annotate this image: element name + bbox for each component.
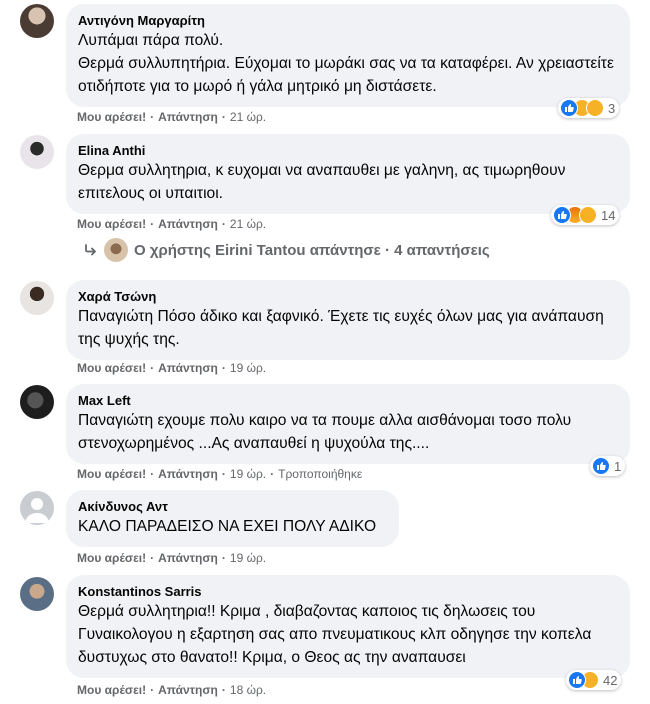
reaction-summary[interactable]: 14 bbox=[551, 205, 620, 225]
comment-bubble: Ακίνδυνος Αντ ΚΑΛΟ ΠΑΡΑΔΕΙΣΟ ΝΑ ΕΧΕΙ ΠΟΛ… bbox=[66, 490, 399, 547]
like-link[interactable]: Μου αρέσει! bbox=[77, 361, 146, 375]
comment-author[interactable]: Χαρά Τσώνη bbox=[78, 288, 618, 305]
timestamp[interactable]: 18 ώρ. bbox=[230, 683, 266, 697]
comment-bubble: Χαρά Τσώνη Παναγιώτη Πόσο άδικο και ξαφν… bbox=[66, 280, 630, 360]
reply-link[interactable]: Απάντηση bbox=[158, 110, 218, 124]
avatar[interactable] bbox=[20, 491, 54, 525]
like-link[interactable]: Μου αρέσει! bbox=[77, 217, 146, 231]
comment-author[interactable]: Elina Anthi bbox=[78, 142, 618, 159]
avatar[interactable] bbox=[20, 577, 54, 611]
reply-link[interactable]: Απάντηση bbox=[158, 467, 218, 481]
edited-label[interactable]: Τροποποιήθηκε bbox=[278, 467, 362, 481]
like-link[interactable]: Μου αρέσει! bbox=[77, 551, 146, 565]
comment-actions: Μου αρέσει! · Απάντηση · 21 ώρ. bbox=[77, 110, 267, 124]
like-icon bbox=[553, 206, 571, 224]
timestamp[interactable]: 21 ώρ. bbox=[230, 110, 266, 124]
comment-author[interactable]: Αντιγόνη Μαργαρίτη bbox=[78, 12, 618, 29]
comment-actions: Μου αρέσει! · Απάντηση · 19 ώρ. · Τροποποιήθηκ… bbox=[77, 467, 363, 481]
reply-arrow-icon bbox=[85, 244, 96, 256]
comment-bubble: Max Left Παναγιώτη εχουμε πολυ καιρο να … bbox=[66, 384, 630, 464]
reaction-count: 3 bbox=[608, 100, 616, 116]
comment-bubble: Elina Anthi Θερμα συλλητηρια, κ ευχομαι … bbox=[66, 134, 630, 214]
avatar bbox=[104, 238, 128, 262]
timestamp[interactable]: 19 ώρ. bbox=[230, 361, 266, 375]
sad-icon bbox=[579, 206, 597, 224]
comment-text-line: Θερμά συλλητηρια!! Κριμα , διαβαζοντας κ… bbox=[78, 603, 592, 666]
reply-link[interactable]: Απάντηση bbox=[158, 361, 218, 375]
comment-author[interactable]: Ακίνδυνος Αντ bbox=[78, 498, 387, 515]
comment-actions: Μου αρέσει! · Απάντηση · 19 ώρ. bbox=[77, 551, 267, 565]
reaction-count: 42 bbox=[603, 672, 618, 688]
avatar[interactable] bbox=[20, 385, 54, 419]
comment-text-line: ΚΑΛΟ ΠΑΡΑΔΕΙΣΟ ΝΑ ΕΧΕΙ ΠΟΛΥ ΑΔΙΚΟ bbox=[78, 518, 377, 535]
comment-actions: Μου αρέσει! · Απάντηση · 21 ώρ. bbox=[77, 217, 267, 231]
reply-link[interactable]: Απάντηση bbox=[158, 551, 218, 565]
comment-text-line: Λυπάμαι πάρα πολύ. bbox=[78, 32, 224, 49]
comment-bubble: Konstantinos Sarris Θερμά συλλητηρια!! Κ… bbox=[66, 575, 630, 678]
comment-text-line: Παναγιώτη Πόσο άδικο και ξαφνικό. Έχετε … bbox=[78, 308, 604, 348]
comment-bubble: Αντιγόνη Μαργαρίτη Λυπάμαι πάρα πολύ. Θε… bbox=[66, 4, 630, 107]
comment-author[interactable]: Max Left bbox=[78, 392, 618, 409]
like-icon bbox=[592, 457, 610, 475]
view-replies-link[interactable]: Ο χρήστης Eirini Tantou απάντησε · 4 απα… bbox=[84, 238, 490, 262]
comment-text-line: Θερμά συλλυπητήρια. Εύχομαι το μωράκι σα… bbox=[78, 55, 614, 95]
like-link[interactable]: Μου αρέσει! bbox=[77, 467, 146, 481]
reply-link[interactable]: Απάντηση bbox=[158, 683, 218, 697]
reaction-summary[interactable]: 1 bbox=[590, 456, 626, 476]
reaction-count: 14 bbox=[601, 207, 616, 223]
comment-actions: Μου αρέσει! · Απάντηση · 18 ώρ. bbox=[77, 683, 267, 697]
reply-link[interactable]: Απάντηση bbox=[158, 217, 218, 231]
reaction-summary[interactable]: 3 bbox=[558, 98, 620, 118]
timestamp[interactable]: 21 ώρ. bbox=[230, 217, 266, 231]
comment-actions: Μου αρέσει! · Απάντηση · 19 ώρ. bbox=[77, 361, 267, 375]
like-link[interactable]: Μου αρέσει! bbox=[77, 683, 146, 697]
comment-author[interactable]: Konstantinos Sarris bbox=[78, 583, 618, 600]
like-icon bbox=[560, 99, 578, 117]
reaction-summary[interactable]: 42 bbox=[566, 670, 622, 690]
avatar[interactable] bbox=[20, 135, 54, 169]
reaction-count: 1 bbox=[614, 458, 622, 474]
timestamp[interactable]: 19 ώρ. bbox=[230, 467, 266, 481]
timestamp[interactable]: 19 ώρ. bbox=[230, 551, 266, 565]
comment-text-line: Παναγιώτη εχουμε πολυ καιρο να τα πουμε … bbox=[78, 412, 572, 452]
sad-icon bbox=[586, 99, 604, 117]
default-avatar-icon bbox=[25, 498, 49, 523]
replies-summary: Ο χρήστης Eirini Tantou απάντησε · 4 απα… bbox=[134, 241, 490, 259]
avatar[interactable] bbox=[20, 4, 54, 38]
like-link[interactable]: Μου αρέσει! bbox=[77, 110, 146, 124]
comment-text-line: Θερμα συλλητηρια, κ ευχομαι να αναπαυθει… bbox=[78, 162, 566, 202]
like-icon bbox=[568, 671, 586, 689]
avatar[interactable] bbox=[20, 281, 54, 315]
